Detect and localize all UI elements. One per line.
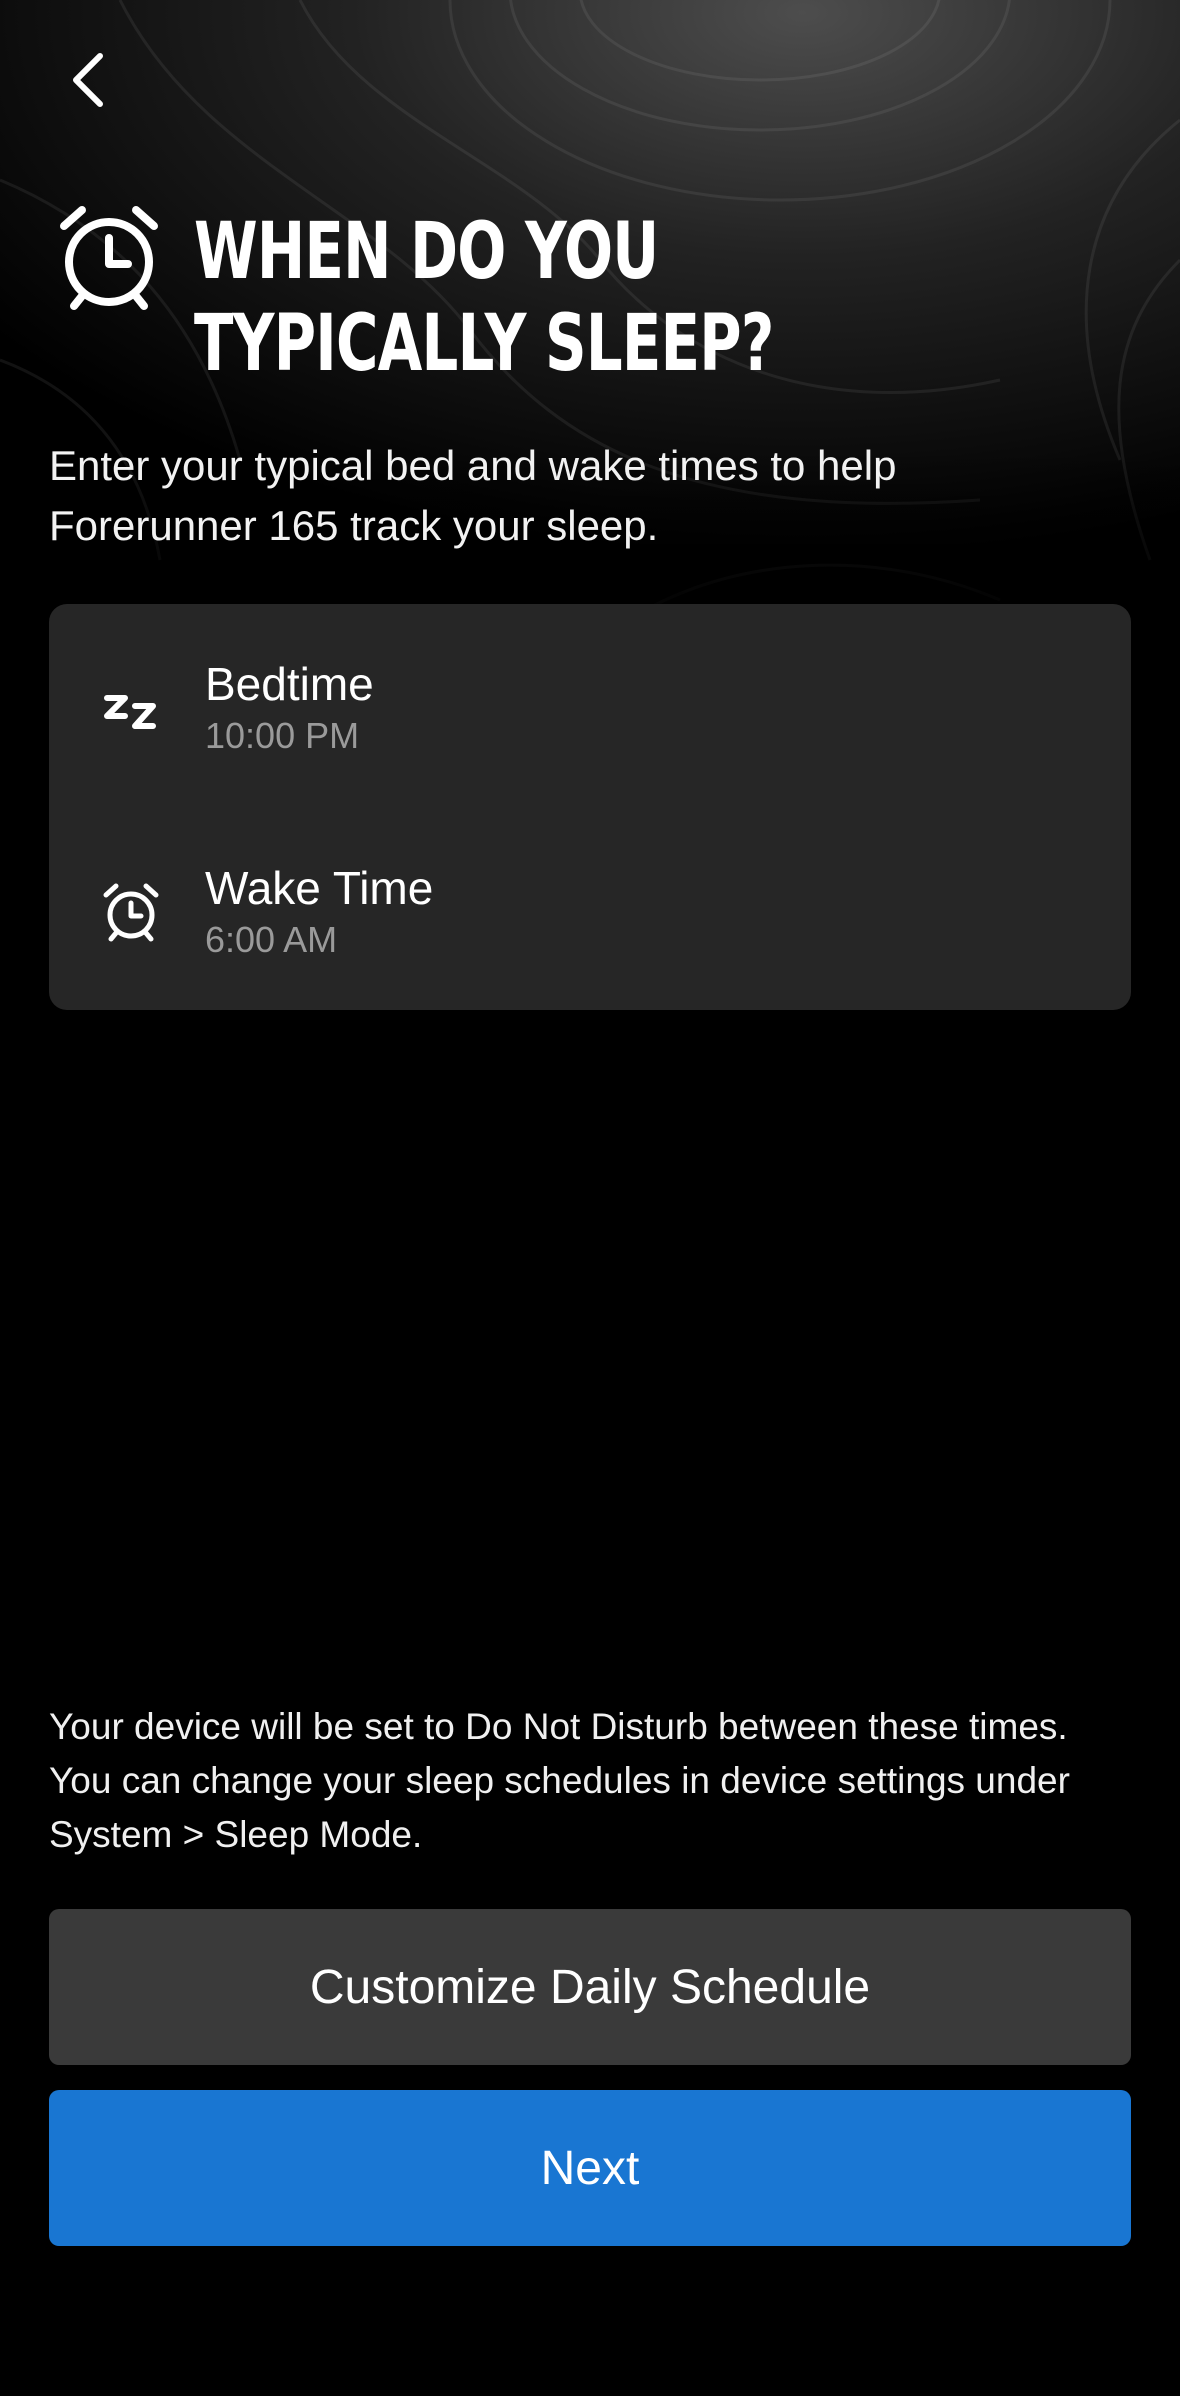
page-title-line-2: typically sleep? [194,299,774,389]
alarm-clock-icon [54,202,164,312]
bedtime-value: 10:00 PM [205,715,360,756]
customize-daily-schedule-button[interactable]: Customize Daily Schedule [49,1909,1131,2065]
page-title: When do you typically sleep? [194,206,860,390]
sleep-schedule-card: Bedtime 10:00 PM Wake Time 6:00 AM [49,604,1131,1010]
wake-time-row[interactable]: Wake Time 6:00 AM [49,860,1131,1020]
next-button[interactable]: Next [49,2090,1131,2246]
page-title-line-1: When do you [194,207,659,297]
bedtime-row[interactable]: Bedtime 10:00 PM [49,656,1131,816]
zzz-icon [99,676,163,740]
bedtime-label: Bedtime [205,658,374,710]
alarm-clock-icon [99,880,163,944]
chevron-left-icon [73,53,103,107]
wake-time-value: 6:00 AM [205,919,338,960]
back-button[interactable] [48,40,128,120]
wake-time-label: Wake Time [205,862,434,914]
do-not-disturb-note: Your device will be set to Do Not Distur… [49,1706,1070,1855]
intro-text: Enter your typical bed and wake times to… [49,442,897,549]
